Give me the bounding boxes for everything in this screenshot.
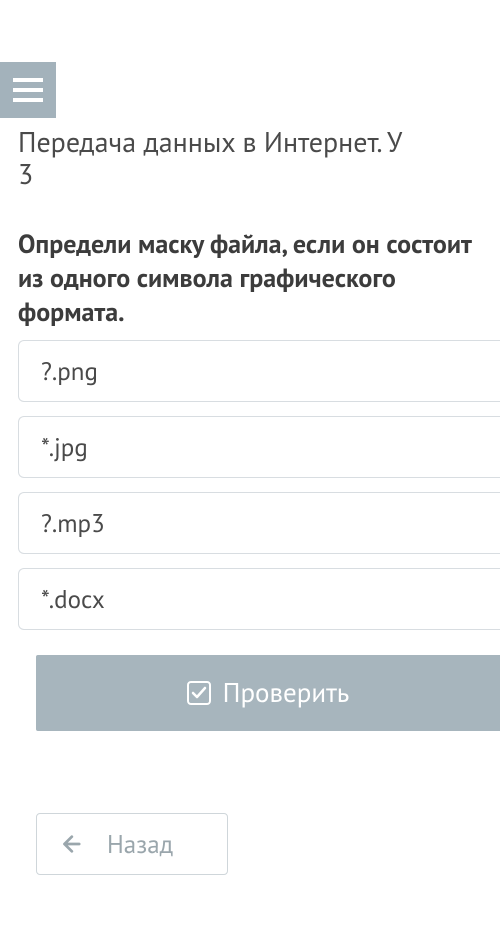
hamburger-icon <box>13 78 43 102</box>
back-button-label: Назад <box>107 828 173 860</box>
page-title: Передача данных в Интернет. У 3 <box>18 126 500 190</box>
question-text: Определи маску файла, если он состоит из… <box>18 228 500 329</box>
back-button[interactable]: Назад <box>36 813 228 875</box>
check-button-label: Проверить <box>223 676 350 710</box>
option-label: ?.png <box>41 355 98 387</box>
check-button[interactable]: Проверить <box>36 655 500 731</box>
title-line-2: 3 <box>18 155 33 190</box>
option-0[interactable]: ?.png <box>18 340 500 402</box>
option-1[interactable]: *.jpg <box>18 416 500 478</box>
option-label: *.docx <box>41 583 105 615</box>
option-2[interactable]: ?.mp3 <box>18 492 500 554</box>
menu-button[interactable] <box>0 62 56 118</box>
check-icon <box>187 681 211 705</box>
title-line-1: Передача данных в Интернет. У <box>18 126 402 160</box>
option-label: *.jpg <box>41 431 88 463</box>
option-3[interactable]: *.docx <box>18 568 500 630</box>
option-label: ?.mp3 <box>41 507 105 539</box>
arrow-left-icon <box>59 833 81 855</box>
options-list: ?.png *.jpg ?.mp3 *.docx <box>18 340 500 644</box>
